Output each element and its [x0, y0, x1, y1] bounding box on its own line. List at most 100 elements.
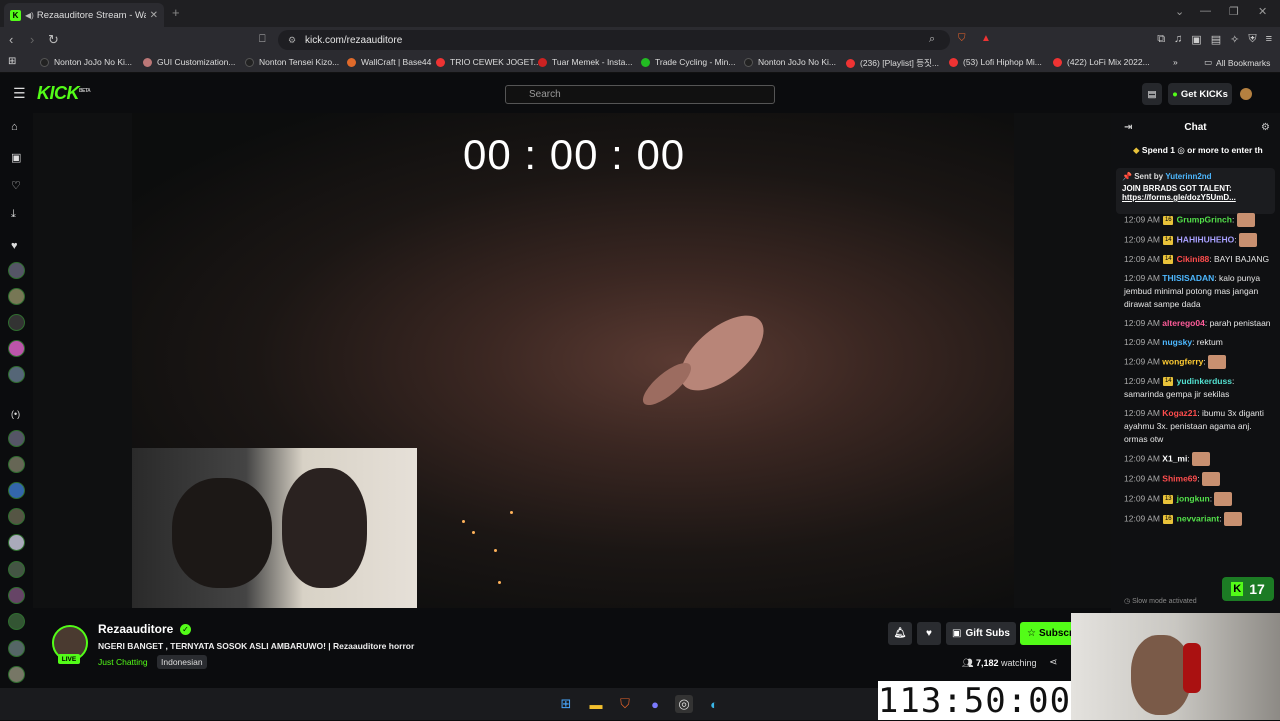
brave-rewards-icon[interactable]: ▲	[981, 33, 991, 44]
wallet-icon[interactable]: ▤	[1211, 33, 1221, 46]
chat-username[interactable]: nevvariant	[1177, 513, 1220, 523]
extensions-icon[interactable]: ⧉	[1157, 33, 1165, 46]
category-link[interactable]: Just Chatting	[98, 657, 148, 667]
browser-tab[interactable]: K ◀) Rezaauditore Stream - Watch ✕	[4, 3, 164, 27]
recommended-channel-avatar[interactable]	[8, 456, 25, 473]
video-player[interactable]: 00 : 00 : 00	[33, 113, 1111, 608]
gift-subs-button[interactable]: ▣ Gift Subs	[946, 622, 1016, 645]
home-icon[interactable]: ⌂	[11, 121, 18, 133]
followed-channel-avatar[interactable]	[8, 340, 25, 357]
search-input[interactable]: Search	[505, 85, 775, 104]
kicks-counter-button[interactable]: K 17	[1222, 577, 1274, 601]
hamburger-menu-icon[interactable]: ☰	[13, 85, 26, 102]
follow-heart-button[interactable]: ♥	[917, 622, 941, 645]
bookmark-item[interactable]: Nonton JoJo No Ki...	[40, 57, 132, 67]
chat-username[interactable]: Cikini88	[1177, 254, 1210, 264]
minimize-button[interactable]: —	[1200, 5, 1211, 17]
chat-username[interactable]: alterego04	[1162, 318, 1205, 328]
close-tab-icon[interactable]: ✕	[150, 10, 158, 21]
reload-button[interactable]: ↻	[48, 32, 59, 48]
bookmark-item[interactable]: Nonton Tensei Kizo...	[245, 57, 339, 67]
windows-start-icon[interactable]: ⊞	[557, 695, 575, 713]
recommended-channel-avatar[interactable]	[8, 666, 25, 683]
vpn-icon[interactable]: ⛨	[1248, 33, 1256, 46]
get-kicks-button[interactable]: ● Get KICKs	[1168, 83, 1232, 105]
bookmark-item[interactable]: TRIO CEWEK JOGET...	[436, 57, 541, 67]
zoom-search-icon[interactable]: ⌕	[929, 33, 935, 46]
followed-channel-avatar[interactable]	[8, 314, 25, 331]
recommended-channel-avatar[interactable]	[8, 640, 25, 657]
apps-icon[interactable]: ⊞	[8, 56, 16, 67]
kicks-spend-banner[interactable]: ◆ Spend 1 ◎ or more to enter th	[1133, 145, 1263, 156]
bookmark-icon[interactable]: ⎕	[259, 33, 266, 46]
maximize-button[interactable]: ❐	[1229, 5, 1239, 18]
chat-settings-icon[interactable]: ⚙	[1261, 122, 1270, 133]
share-icon[interactable]: ⋖	[1049, 657, 1057, 668]
collapse-chat-icon[interactable]: ⇥	[1124, 122, 1132, 133]
edge-icon[interactable]: ◐	[705, 695, 723, 713]
subscribe-button[interactable]: ☆Subscribe	[1020, 622, 1072, 645]
sub-badge-icon: 14	[1163, 255, 1174, 265]
bookmark-item[interactable]: (236) [Playlist] 등짓...	[846, 57, 939, 69]
recommended-channel-avatar[interactable]	[8, 534, 25, 551]
recommended-channel-avatar[interactable]	[8, 508, 25, 525]
followed-channel-avatar[interactable]	[8, 288, 25, 305]
chat-username[interactable]: X1_mi	[1162, 453, 1187, 463]
chat-username[interactable]: GrumpGrinch	[1177, 214, 1232, 224]
pinned-message[interactable]: 📌 Sent by Yuterinn2nd JOIN BRRADS GOT TA…	[1116, 168, 1275, 214]
chat-username[interactable]: HAHIHUHEHO	[1177, 234, 1235, 244]
new-tab-button[interactable]: +	[172, 5, 180, 20]
brave-browser-icon[interactable]: ⛉	[616, 695, 634, 713]
user-avatar[interactable]	[1240, 88, 1252, 100]
chat-username[interactable]: nugsky	[1162, 337, 1192, 347]
kick-logo[interactable]: KICKBETA	[37, 83, 91, 104]
chat-username[interactable]: jongkun	[1177, 493, 1210, 503]
more-bookmarks-icon[interactable]: »	[1173, 57, 1178, 67]
chat-username[interactable]: Kogaz21	[1162, 408, 1197, 418]
following-icon[interactable]: ♡	[11, 179, 21, 192]
obs-icon[interactable]: ◎	[675, 695, 693, 713]
tab-list-icon[interactable]: ⌄	[1175, 5, 1184, 18]
bookmark-item[interactable]: (422) LoFi Mix 2022...	[1053, 57, 1150, 67]
recommended-channel-avatar[interactable]	[8, 482, 25, 499]
downloads-icon[interactable]: ⤓	[11, 208, 16, 221]
chat-username[interactable]: yudinkerduss	[1177, 376, 1232, 386]
back-button[interactable]: ‹	[9, 32, 13, 47]
sidebar-icon[interactable]: ▣	[1191, 33, 1201, 46]
media-icon[interactable]: ♫	[1174, 33, 1182, 46]
bookmark-item[interactable]: Tuar Memek - Insta...	[538, 57, 632, 67]
leo-icon[interactable]: ✧	[1230, 33, 1239, 46]
chat-username[interactable]: THISISADAN	[1162, 273, 1214, 283]
recommended-channel-avatar[interactable]	[8, 613, 25, 630]
close-window-button[interactable]: ✕	[1258, 5, 1267, 18]
bookmark-item[interactable]: GUI Customization...	[143, 57, 235, 67]
recommended-channel-avatar[interactable]	[8, 430, 25, 447]
pinned-user[interactable]: Yuterinn2nd	[1165, 172, 1211, 181]
followed-channel-avatar[interactable]	[8, 366, 25, 383]
bookmark-item[interactable]: WallCraft | Base44	[347, 57, 431, 67]
channel-name[interactable]: Rezaauditore	[98, 622, 173, 636]
pinned-link[interactable]: https://forms.gle/dozY5UmD...	[1122, 193, 1269, 202]
recommended-channel-avatar[interactable]	[8, 587, 25, 604]
audio-playing-icon[interactable]: ◀)	[25, 11, 34, 20]
browse-icon[interactable]: ▣	[11, 151, 21, 164]
forward-button[interactable]: ›	[30, 32, 34, 47]
bookmark-item[interactable]: Trade Cycling - Min...	[641, 57, 735, 67]
url-field[interactable]: kick.com/rezaauditore	[278, 30, 950, 50]
scene-light	[462, 520, 465, 523]
chat-username[interactable]: wongferry	[1162, 356, 1203, 366]
bookmark-item[interactable]: Nonton JoJo No Ki...	[744, 57, 836, 67]
site-info-icon[interactable]: ⚙	[288, 35, 296, 46]
layout-toggle-button[interactable]: ▤	[1142, 83, 1162, 105]
followed-channel-avatar[interactable]	[8, 262, 25, 279]
menu-icon[interactable]: ≡	[1266, 33, 1272, 46]
language-tag[interactable]: Indonesian	[157, 655, 207, 669]
discord-icon[interactable]: ●	[646, 695, 664, 713]
recommended-channel-avatar[interactable]	[8, 561, 25, 578]
notification-bell-button[interactable]: 🔔︎	[888, 622, 912, 645]
brave-shield-icon[interactable]: ⛉	[958, 33, 966, 44]
all-bookmarks-button[interactable]: ▭ All Bookmarks	[1204, 57, 1270, 68]
file-explorer-icon[interactable]: ▬	[587, 695, 605, 713]
chat-username[interactable]: Shime69	[1162, 473, 1197, 483]
bookmark-item[interactable]: (53) Lofi Hiphop Mi...	[949, 57, 1042, 67]
